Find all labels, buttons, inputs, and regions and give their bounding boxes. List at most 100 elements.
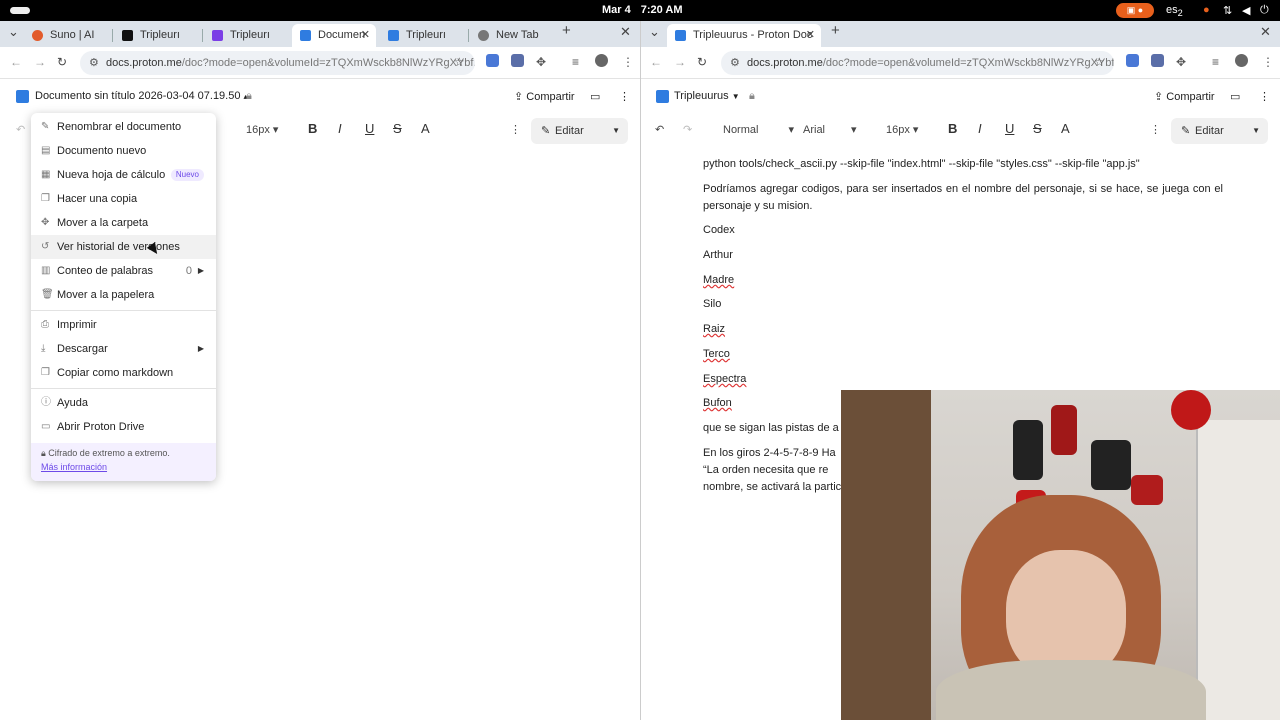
menu-version-history[interactable]: ↺ Ver historial de versiones bbox=[31, 235, 216, 259]
proton-docs-logo-icon[interactable] bbox=[656, 90, 669, 103]
menu-help[interactable]: ⓘ Ayuda bbox=[31, 391, 216, 415]
bookmark-star-icon[interactable]: ☆ bbox=[454, 55, 465, 69]
proton-docs-logo-icon[interactable] bbox=[16, 90, 29, 103]
tab-suno[interactable]: Suno | AI bbox=[24, 24, 110, 47]
redo-icon[interactable]: ↷ bbox=[683, 123, 692, 136]
italic-button[interactable]: I bbox=[338, 121, 342, 136]
extension-icon[interactable] bbox=[1151, 54, 1164, 67]
forward-icon[interactable]: → bbox=[674, 55, 686, 69]
media-icon[interactable]: ≡ bbox=[572, 55, 579, 69]
url-field[interactable]: ⚙ docs.proton.me/doc?mode=open&volumeId=z… bbox=[721, 51, 1114, 75]
tab-tripleurus-2[interactable]: Tripleurı bbox=[204, 24, 290, 47]
menu-label: Abrir Proton Drive bbox=[57, 421, 145, 433]
site-info-icon[interactable]: ⚙ bbox=[89, 51, 99, 75]
share-button[interactable]: ⇪ Compartir bbox=[1154, 90, 1215, 103]
browser-menu-icon[interactable]: ⋮ bbox=[1262, 55, 1274, 69]
learn-more-link[interactable]: Más información bbox=[41, 462, 206, 472]
undo-icon[interactable]: ↶ bbox=[655, 123, 664, 136]
volume-icon[interactable]: ◀ bbox=[1242, 4, 1250, 17]
style-select[interactable]: Normal ▾ bbox=[723, 123, 794, 136]
bold-button[interactable]: B bbox=[308, 121, 317, 136]
tab-document-active[interactable]: Documen ✕ bbox=[292, 24, 376, 47]
tab-list-icon[interactable]: ⌄ bbox=[649, 24, 660, 40]
back-icon[interactable]: ← bbox=[650, 55, 662, 69]
menu-new-spreadsheet[interactable]: ▦ Nueva hoja de cálculo Nuevo bbox=[31, 163, 216, 187]
webcam-door bbox=[1196, 420, 1280, 720]
menu-label: Renombrar el documento bbox=[57, 121, 182, 133]
menu-trash[interactable]: 🗑︎ Mover a la papelera bbox=[31, 283, 216, 307]
clock[interactable]: Mar 4 7:20 AM bbox=[602, 4, 683, 16]
back-icon[interactable]: ← bbox=[10, 55, 22, 69]
site-info-icon[interactable]: ⚙ bbox=[730, 51, 740, 75]
extensions-puzzle-icon[interactable]: ✥ bbox=[536, 55, 546, 69]
activities-icon[interactable] bbox=[10, 7, 30, 14]
font-size-select[interactable]: 16px ▾ bbox=[246, 123, 278, 136]
tab-new-tab[interactable]: New Tab bbox=[470, 24, 556, 47]
new-tab-icon[interactable]: + bbox=[831, 22, 840, 39]
power-icon[interactable]: ⏻ bbox=[1260, 4, 1269, 17]
markdown-icon: ❐ bbox=[41, 367, 50, 378]
edit-mode-button[interactable]: ✎ Editar ▼ bbox=[531, 118, 628, 144]
menu-download[interactable]: ⤓ Descargar ▶ bbox=[31, 337, 216, 361]
menu-new-document[interactable]: ▤ Documento nuevo bbox=[31, 139, 216, 163]
strikethrough-button[interactable]: S bbox=[1033, 121, 1042, 136]
underline-button[interactable]: U bbox=[365, 121, 374, 136]
undo-icon[interactable]: ↶ bbox=[16, 123, 25, 136]
font-select[interactable]: Arial ▾ bbox=[803, 123, 857, 136]
url-field[interactable]: ⚙ docs.proton.me/doc?mode=open&volumeId=z… bbox=[80, 51, 475, 75]
more-format-icon[interactable]: ⋮ bbox=[1150, 123, 1161, 136]
more-options-icon[interactable]: ⋮ bbox=[1259, 90, 1270, 103]
media-icon[interactable]: ≡ bbox=[1212, 55, 1219, 69]
bookmark-star-icon[interactable]: ☆ bbox=[1094, 55, 1105, 69]
menu-rename[interactable]: ✎ Renombrar el documento bbox=[31, 115, 216, 139]
underline-button[interactable]: U bbox=[1005, 121, 1014, 136]
menu-word-count[interactable]: ▥ Conteo de palabras 0 ▶ bbox=[31, 259, 216, 283]
mic-icon[interactable]: ● bbox=[1203, 4, 1210, 16]
tab-tripleuurus-active[interactable]: Tripleuurus - Proton Doc ✕ bbox=[667, 24, 821, 47]
forward-icon[interactable]: → bbox=[34, 55, 46, 69]
menu-copy-markdown[interactable]: ❐ Copiar como markdown bbox=[31, 361, 216, 385]
text-color-button[interactable]: A bbox=[421, 121, 430, 136]
text-color-button[interactable]: A bbox=[1061, 121, 1070, 136]
close-tab-icon[interactable]: ✕ bbox=[361, 24, 370, 47]
browser-menu-icon[interactable]: ⋮ bbox=[622, 55, 634, 69]
close-tab-icon[interactable]: ✕ bbox=[806, 24, 815, 47]
reload-icon[interactable]: ↻ bbox=[697, 55, 707, 69]
bold-button[interactable]: B bbox=[948, 121, 957, 136]
tab-tripleurus-1[interactable]: Tripleurı bbox=[114, 24, 200, 47]
list-item: Espectra bbox=[703, 373, 747, 385]
extensions-puzzle-icon[interactable]: ✥ bbox=[1176, 55, 1186, 69]
more-format-icon[interactable]: ⋮ bbox=[510, 123, 521, 136]
document-title-button[interactable]: Tripleuurus ▼ bbox=[674, 90, 740, 102]
notification-icon[interactable]: ▣ ● bbox=[1116, 3, 1154, 18]
reload-icon[interactable]: ↻ bbox=[57, 55, 67, 69]
close-window-icon[interactable]: ✕ bbox=[620, 24, 631, 40]
comments-icon[interactable]: ▭ bbox=[1230, 90, 1240, 103]
suno-favicon bbox=[32, 30, 43, 41]
close-window-icon[interactable]: ✕ bbox=[1260, 24, 1271, 40]
tab-tripleurus-3[interactable]: Tripleurı bbox=[380, 24, 466, 47]
webcam-overlay bbox=[841, 390, 1280, 720]
font-size-select[interactable]: 16px ▾ bbox=[886, 123, 918, 136]
share-button[interactable]: ⇪ Compartir bbox=[514, 90, 575, 103]
share-icon: ⇪ bbox=[514, 91, 527, 103]
strikethrough-button[interactable]: S bbox=[393, 121, 402, 136]
menu-print[interactable]: ⎙ Imprimir bbox=[31, 313, 216, 337]
edit-mode-button[interactable]: ✎ Editar ▼ bbox=[1171, 118, 1268, 144]
translate-extension-icon[interactable] bbox=[1126, 54, 1139, 67]
profile-avatar-icon[interactable] bbox=[1235, 54, 1248, 67]
menu-open-drive[interactable]: ▭ Abrir Proton Drive bbox=[31, 415, 216, 439]
keyboard-layout[interactable]: es2 bbox=[1166, 4, 1183, 18]
new-tab-icon[interactable]: + bbox=[562, 22, 571, 39]
comments-icon[interactable]: ▭ bbox=[590, 90, 600, 103]
menu-move-folder[interactable]: ✥ Mover a la carpeta bbox=[31, 211, 216, 235]
extension-icon[interactable] bbox=[511, 54, 524, 67]
menu-make-copy[interactable]: ❐ Hacer una copia bbox=[31, 187, 216, 211]
italic-button[interactable]: I bbox=[978, 121, 982, 136]
tab-list-icon[interactable]: ⌄ bbox=[8, 24, 19, 40]
network-icon[interactable]: ⇅ bbox=[1223, 4, 1232, 17]
translate-extension-icon[interactable] bbox=[486, 54, 499, 67]
more-options-icon[interactable]: ⋮ bbox=[619, 90, 630, 103]
document-title-button[interactable]: Documento sin título 2026-03-04 07.19.50… bbox=[35, 90, 248, 102]
profile-avatar-icon[interactable] bbox=[595, 54, 608, 67]
